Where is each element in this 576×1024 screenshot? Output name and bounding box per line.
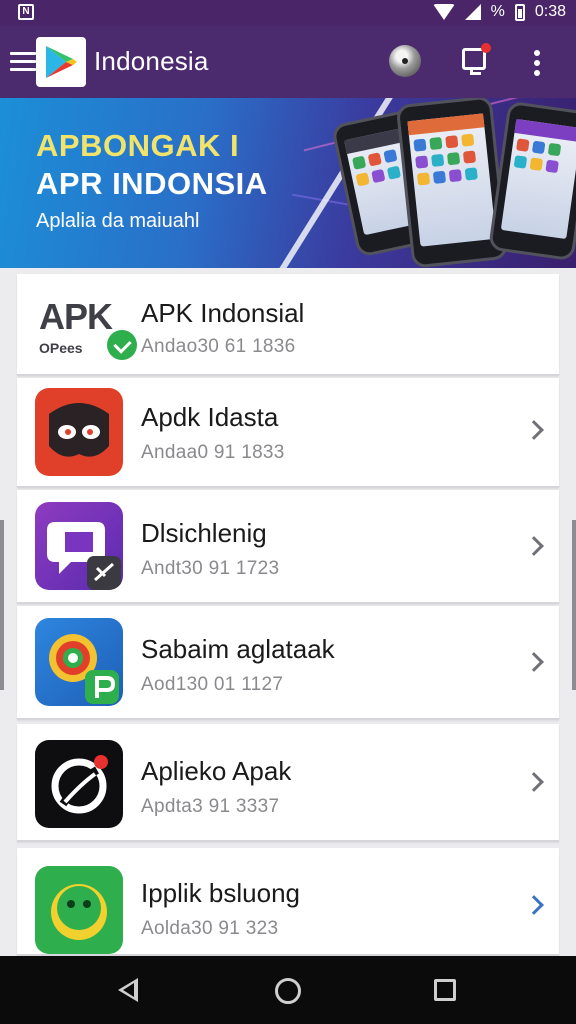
navigation-bar [0, 956, 576, 1024]
app-title: Indonesia [94, 46, 209, 76]
chevron-right-icon[interactable] [524, 895, 544, 915]
colorful-p-icon [35, 618, 123, 706]
list-item[interactable]: Sabaim aglataak Aod130 01 1127 [17, 606, 559, 720]
list-item[interactable]: Dlsichlenig Andt30 91 1723 [17, 490, 559, 604]
play-store-logo[interactable] [36, 37, 86, 87]
more-icon[interactable] [534, 50, 542, 76]
chat-bubble-icon [35, 502, 123, 590]
notification-dot [481, 43, 491, 53]
item-subtitle: Andt30 91 1723 [141, 558, 280, 579]
list-item[interactable]: Ipplik bsluong Aolda30 91 323 [17, 848, 559, 956]
swirl-bird-icon [35, 740, 123, 828]
app-bar: Indonesia [0, 26, 576, 98]
banner-title-line2: APR INDONSIA [36, 166, 268, 201]
scroll-edge-left [0, 520, 4, 690]
status-time: 0:38 [534, 3, 566, 20]
item-title: Sabaim aglataak [141, 634, 335, 664]
item-title: Apdk Idasta [141, 402, 279, 432]
apk-logo-small-text: OPees [39, 340, 83, 356]
check-badge-icon [107, 330, 137, 360]
disc-icon[interactable] [389, 45, 421, 77]
signal-icon [464, 4, 481, 20]
item-subtitle: Andao30 61 1836 [141, 336, 296, 357]
list-item[interactable]: Aplieko Apak Apdta3 91 3337 [17, 724, 559, 842]
status-icons: % 0:38 [432, 3, 566, 21]
phone-image [487, 100, 576, 262]
menu-icon[interactable] [10, 52, 36, 72]
list-item[interactable]: Apdk Idasta Andaa0 91 1833 [17, 378, 559, 488]
recents-icon[interactable] [434, 979, 456, 1001]
promo-banner[interactable]: APBONGAK I APR INDONSIA Aplalia da maiua… [0, 98, 576, 268]
mask-face-icon [35, 388, 123, 476]
chevron-right-icon[interactable] [524, 536, 544, 556]
battery-icon [514, 3, 525, 21]
notification-icon: N [18, 4, 34, 20]
smile-icon [35, 866, 123, 954]
percent-glyph: % [490, 3, 505, 20]
item-subtitle: Andaa0 91 1833 [141, 442, 285, 463]
item-subtitle: Aod130 01 1127 [141, 674, 284, 695]
chevron-right-icon[interactable] [524, 420, 544, 440]
item-title: Dlsichlenig [141, 518, 267, 548]
banner-subtitle: Aplalia da maiuahl [36, 210, 200, 232]
chevron-right-icon[interactable] [524, 652, 544, 672]
wifi-icon [432, 4, 455, 20]
item-subtitle: Apdta3 91 3337 [141, 796, 280, 817]
list-item[interactable]: APK OPees APK Indonsial Andao30 61 1836 [17, 274, 559, 376]
back-icon[interactable] [118, 978, 138, 1002]
item-subtitle: Aolda30 91 323 [141, 918, 279, 939]
status-bar: N % 0:38 [0, 0, 576, 26]
item-title: Ipplik bsluong [141, 878, 300, 908]
scroll-edge-right [572, 520, 576, 690]
banner-title-line1: APBONGAK I [36, 128, 240, 163]
item-title: APK Indonsial [141, 298, 305, 328]
apk-logo-text: APK [39, 296, 113, 337]
home-icon[interactable] [275, 978, 301, 1004]
apk-logo-icon: APK OPees [37, 296, 137, 360]
item-title: Aplieko Apak [141, 756, 292, 786]
chevron-right-icon[interactable] [524, 772, 544, 792]
